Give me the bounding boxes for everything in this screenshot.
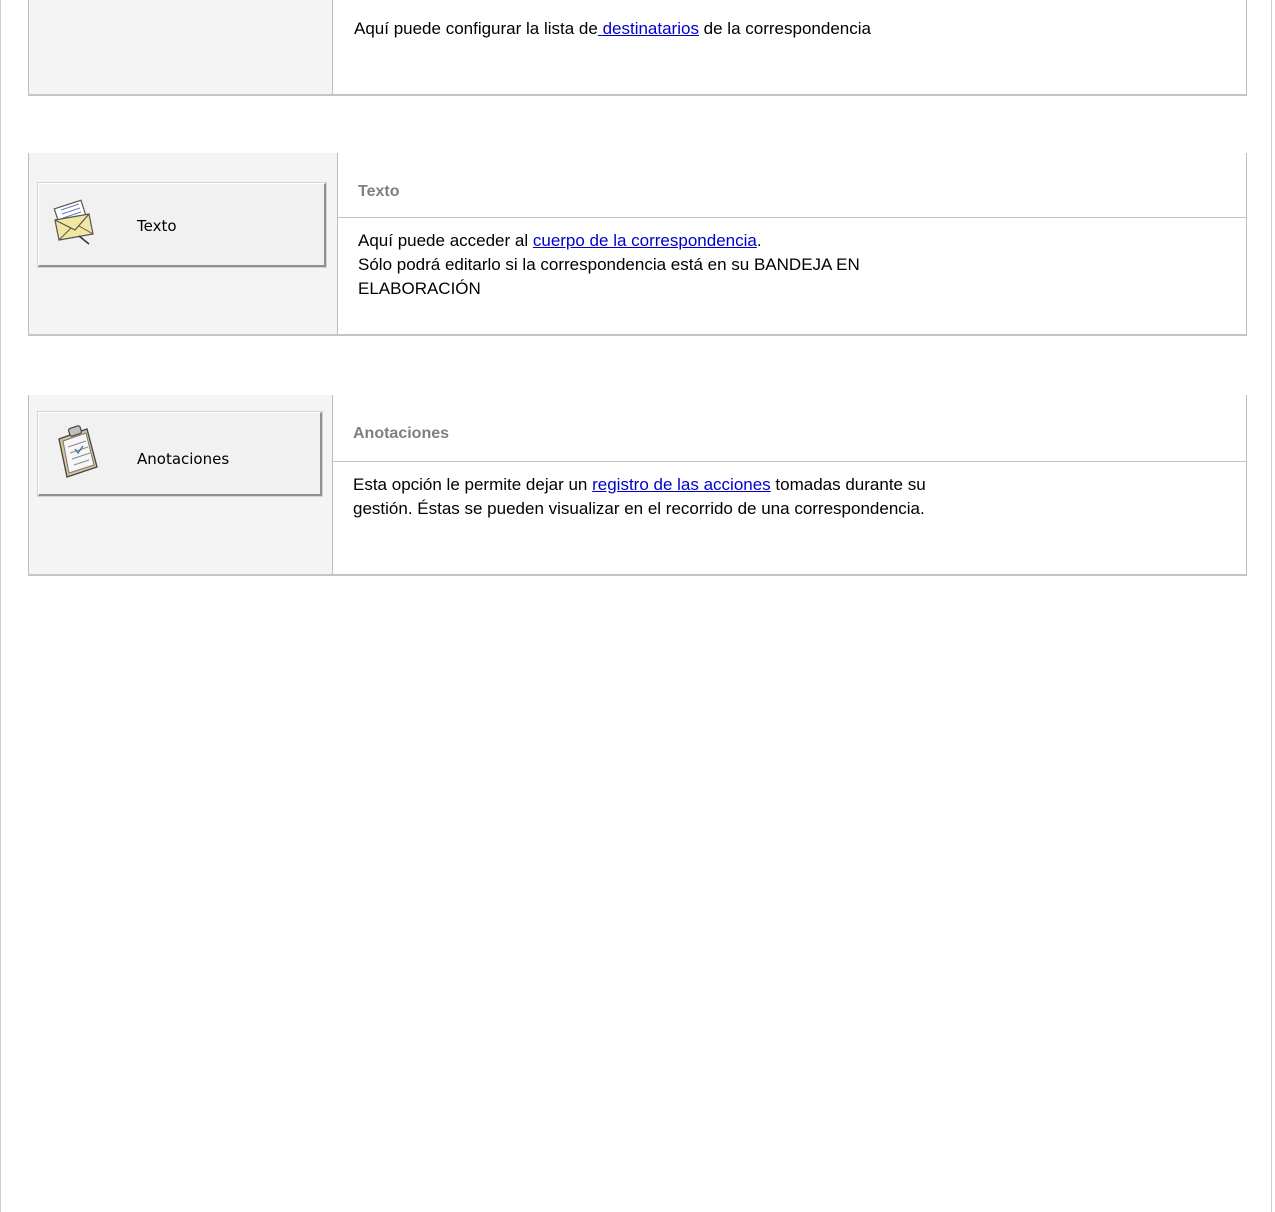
row-right-border [1246, 395, 1247, 574]
destinatarios-link[interactable]: destinatarios [598, 19, 699, 38]
texto-line1-before: Aquí puede acceder al [358, 231, 533, 250]
row-right-border [1246, 153, 1247, 334]
destinatarios-link-text[interactable]: destinatarios [603, 19, 699, 38]
cuerpo-correspondencia-link[interactable]: cuerpo de la correspondencia [533, 231, 757, 250]
anotaciones-row: Anotaciones Anotaciones Esta opción le p… [28, 395, 1247, 576]
texto-row: Texto Texto Aquí puede acceder al cuerpo… [28, 153, 1247, 336]
destinatarios-description: Aquí puede configurar la lista de destin… [354, 17, 871, 41]
texto-line2: Sólo podrá editarlo si la correspondenci… [358, 255, 860, 274]
texto-description: Aquí puede acceder al cuerpo de la corre… [358, 229, 1218, 301]
texto-heading: Texto [358, 183, 400, 200]
anotaciones-line1-after: tomadas durante su [770, 475, 926, 494]
registro-acciones-link[interactable]: registro de las acciones [592, 475, 771, 494]
page-right-edge [1271, 0, 1272, 1212]
envelope-letter-icon [49, 198, 97, 251]
destinatarios-text-before: Aquí puede configurar la lista de [354, 19, 598, 38]
texto-button-label: Texto [137, 217, 177, 235]
anotaciones-line2: gestión. Éstas se pueden visualizar en e… [353, 499, 925, 518]
row-right-border [1246, 0, 1247, 94]
destinatarios-text-after: de la correspondencia [698, 19, 871, 38]
anotaciones-description: Esta opción le permite dejar un registro… [353, 473, 1233, 521]
anotaciones-heading-divider [333, 461, 1247, 462]
anotaciones-button-label: Anotaciones [137, 450, 230, 468]
destinatarios-row: Aquí puede configurar la lista de destin… [28, 0, 1247, 96]
anotaciones-line1-before: Esta opción le permite dejar un [353, 475, 593, 494]
texto-line1-after: . [756, 231, 762, 250]
anotaciones-heading: Anotaciones [353, 425, 450, 442]
texto-button[interactable]: Texto [38, 183, 326, 267]
anotaciones-button[interactable]: Anotaciones [38, 412, 322, 496]
texto-heading-divider [338, 217, 1247, 218]
page-left-edge [0, 0, 1, 1212]
destinatarios-left-cell [28, 0, 333, 94]
texto-line3: ELABORACIÓN [358, 279, 481, 298]
clipboard-notes-icon [53, 423, 101, 484]
